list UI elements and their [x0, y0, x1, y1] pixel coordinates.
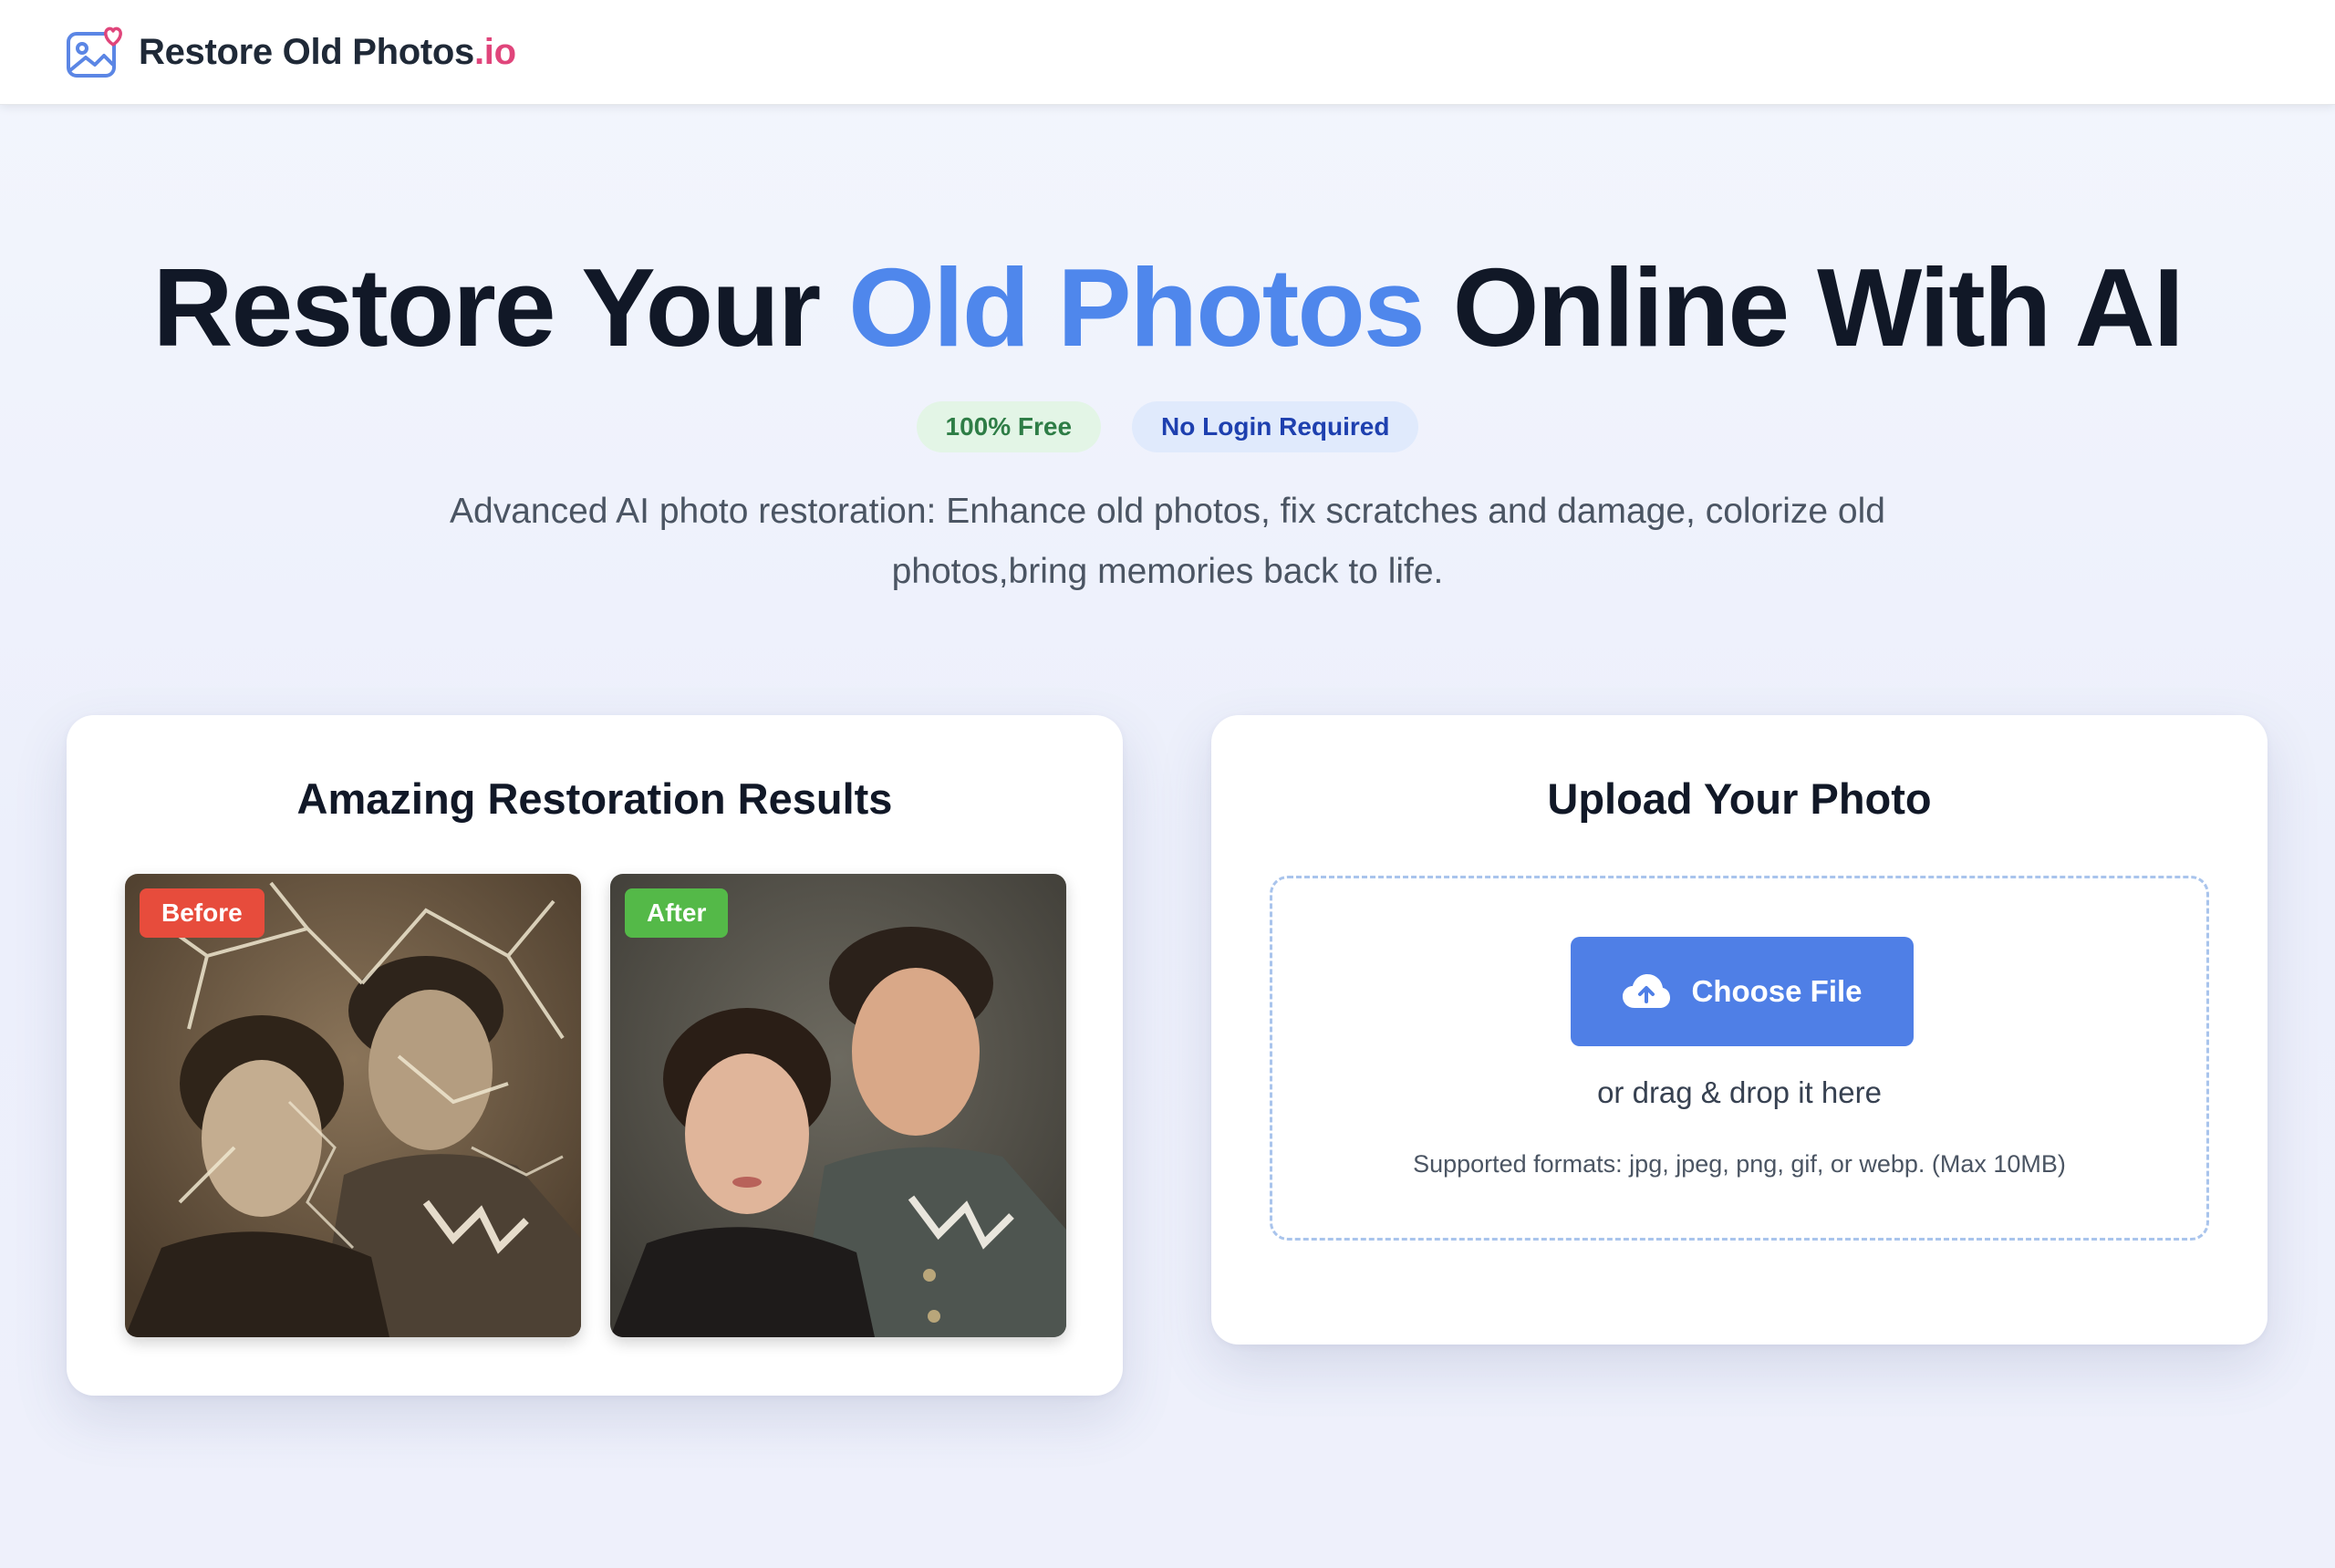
- upload-card: Upload Your Photo Choose File or drag & …: [1211, 715, 2268, 1345]
- hero-title-highlight: Old Photos: [848, 245, 1426, 369]
- hero-badges: 100% Free No Login Required: [0, 401, 2335, 452]
- brand-name: Restore Old Photos.io: [139, 31, 516, 72]
- results-title: Amazing Restoration Results: [296, 774, 893, 823]
- before-photo-image: [125, 874, 581, 1337]
- hero-title-part2: Online With AI: [1423, 245, 2185, 369]
- brand-logo-link[interactable]: Restore Old Photos.io: [66, 25, 516, 79]
- after-label: After: [625, 888, 729, 938]
- hero-title: Restore Your Old Photos Online With AI: [0, 239, 2335, 376]
- no-login-badge: No Login Required: [1132, 401, 1419, 452]
- results-card: Amazing Restoration Results Before After: [67, 715, 1123, 1396]
- brand-suffix: .io: [473, 31, 516, 72]
- before-photo: Before: [125, 874, 581, 1337]
- before-label: Before: [140, 888, 265, 938]
- top-navbar: Restore Old Photos.io: [0, 0, 2335, 105]
- upload-dropzone[interactable]: Choose File or drag & drop it here Suppo…: [1270, 876, 2209, 1241]
- hero-title-part1: Restore Your: [152, 245, 849, 369]
- after-photo: After: [610, 874, 1066, 1337]
- hero-subtitle: Advanced AI photo restoration: Enhance o…: [450, 492, 1885, 591]
- drag-drop-hint: or drag & drop it here: [1597, 1075, 1882, 1109]
- supported-formats-text: Supported formats: jpg, jpeg, png, gif, …: [1413, 1150, 2066, 1178]
- choose-file-button[interactable]: Choose File: [1571, 937, 1914, 1046]
- choose-file-label: Choose File: [1691, 974, 1863, 1008]
- cloud-upload-icon: [1623, 974, 1671, 1008]
- photo-heart-icon: [67, 26, 122, 78]
- upload-title: Upload Your Photo: [1547, 774, 1932, 823]
- free-badge: 100% Free: [916, 401, 1102, 452]
- after-photo-image: [610, 874, 1066, 1337]
